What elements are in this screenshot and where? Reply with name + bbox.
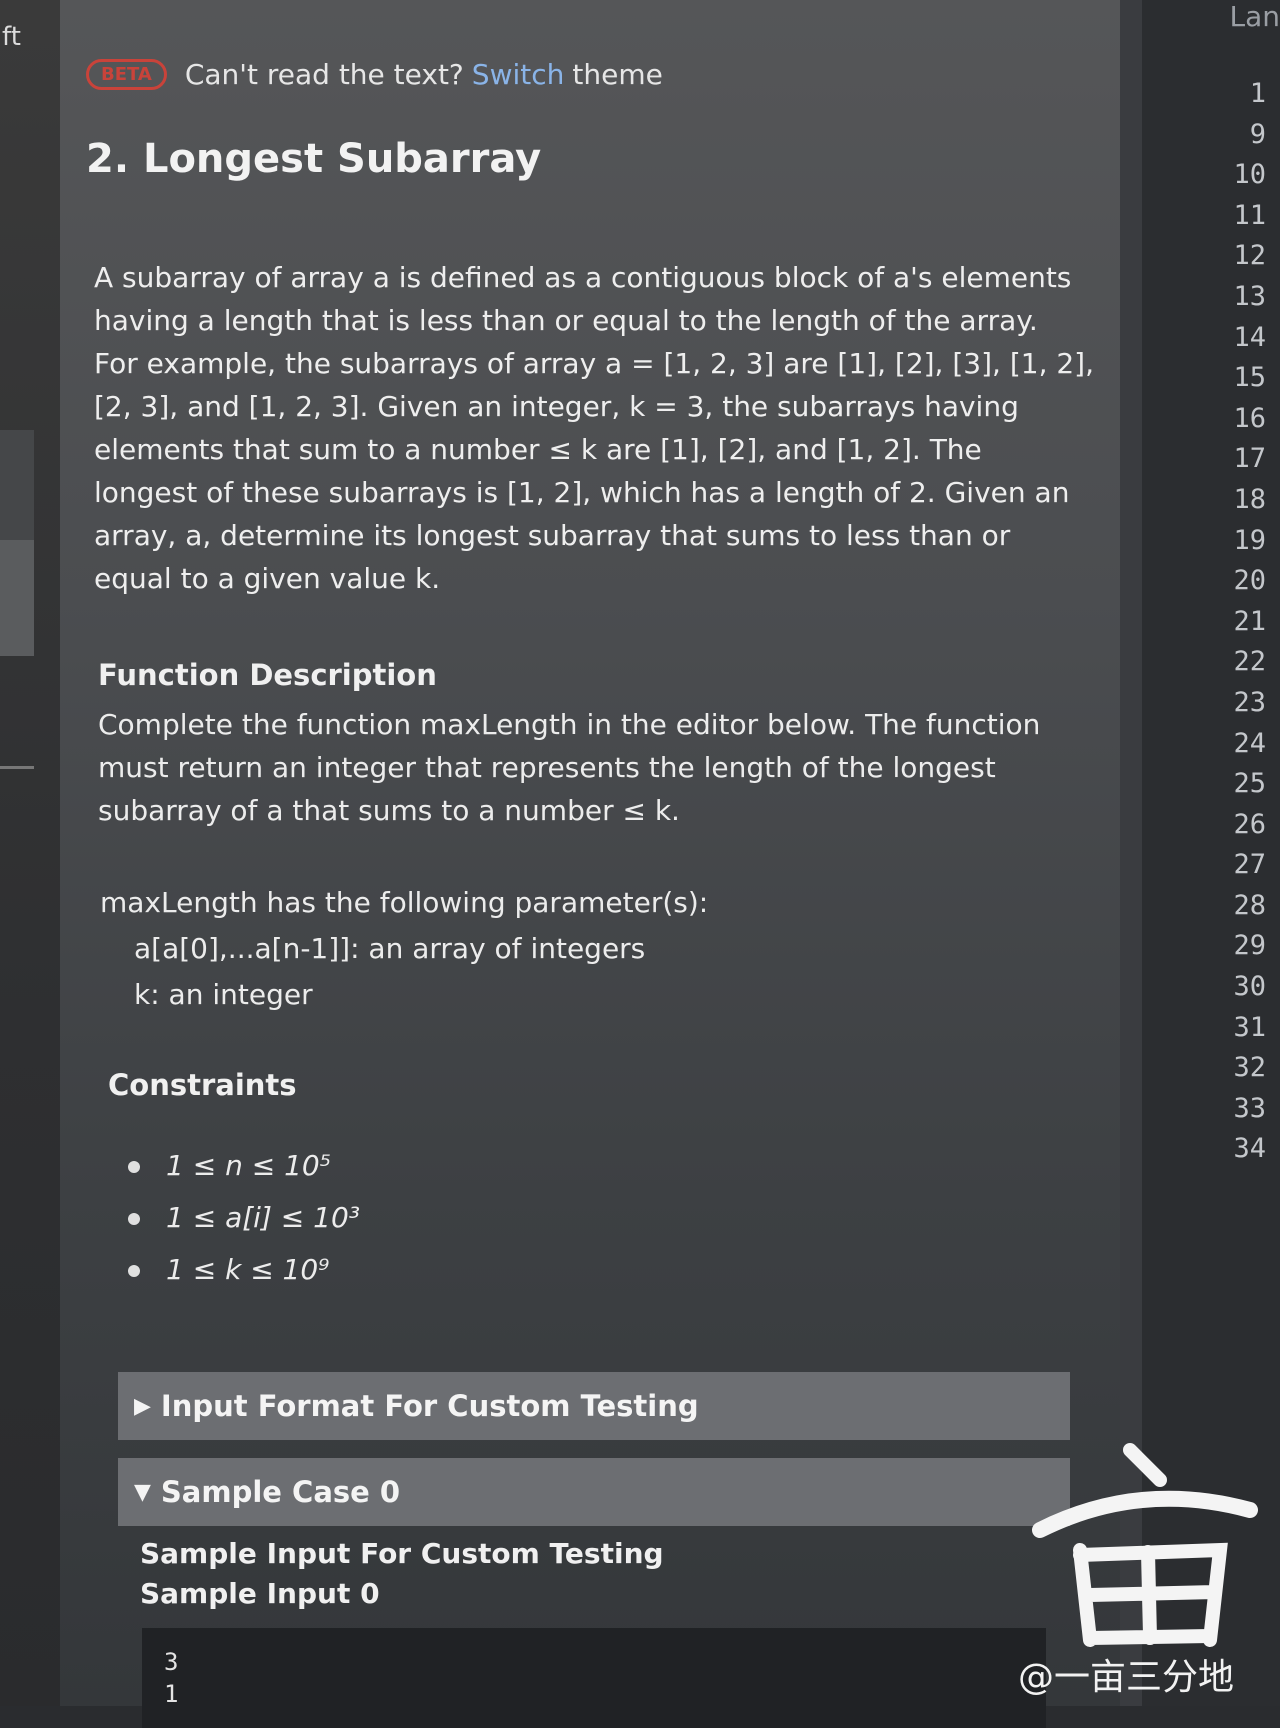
line-number: 33: [1233, 1092, 1266, 1124]
constraint-item: 1 ≤ n ≤ 10⁵: [128, 1140, 360, 1192]
left-pane-divider: [0, 766, 34, 769]
constraint-item: 1 ≤ k ≤ 10⁹: [128, 1244, 360, 1296]
description-line: must return an integer that represents t…: [98, 751, 996, 784]
bullet-icon: [128, 1265, 140, 1277]
statement-line: A subarray of array a is defined as a co…: [94, 261, 1072, 294]
line-number: 19: [1233, 524, 1266, 556]
expand-down-icon: ▼: [134, 1479, 151, 1505]
line-number: 1: [1249, 78, 1266, 109]
input-format-accordion[interactable]: ▶ Input Format For Custom Testing: [118, 1372, 1070, 1440]
sample-input-custom-heading: Sample Input For Custom Testing: [140, 1537, 664, 1570]
parameter-k: k: an integer: [134, 978, 313, 1011]
theme-question: Can't read the text?: [184, 58, 464, 91]
code-line: 1: [164, 1680, 179, 1708]
statement-line: For example, the subarrays of array a = …: [94, 347, 1095, 380]
sample-input-heading: Sample Input 0: [140, 1577, 380, 1610]
description-line: Complete the function maxLength in the e…: [98, 708, 1041, 741]
description-line: subarray of a that sums to a number ≤ k.: [98, 794, 680, 827]
line-number: 14: [1233, 321, 1266, 353]
line-number: 28: [1233, 889, 1266, 921]
statement-line: equal to a given value k.: [94, 562, 441, 595]
left-pane-edge: ft: [0, 0, 60, 1706]
line-number: 12: [1233, 240, 1266, 272]
left-pane-block-active[interactable]: [0, 540, 34, 656]
switch-theme-link[interactable]: Switch: [472, 58, 565, 91]
constraints-list: 1 ≤ n ≤ 10⁵ 1 ≤ a[i] ≤ 10³ 1 ≤ k ≤ 10⁹: [128, 1140, 360, 1296]
line-number: 9: [1249, 118, 1266, 150]
beta-badge: BETA: [86, 59, 167, 90]
code-line: 3: [164, 1648, 179, 1676]
line-number: 26: [1233, 808, 1266, 840]
statement-line: elements that sum to a number ≤ k are [1…: [94, 433, 982, 466]
line-number: 21: [1233, 605, 1266, 637]
constraint-item: 1 ≤ a[i] ≤ 10³: [128, 1192, 360, 1244]
problem-statement: A subarray of array a is defined as a co…: [94, 256, 1095, 600]
statement-line: array, a, determine its longest subarray…: [94, 519, 1011, 552]
line-number: 29: [1233, 930, 1266, 962]
line-number: 25: [1233, 768, 1266, 800]
function-description: Complete the function maxLength in the e…: [98, 703, 1078, 832]
parameters-intro: maxLength has the following parameter(s)…: [100, 886, 709, 919]
left-pane-block: [0, 430, 34, 540]
line-number: 23: [1233, 686, 1266, 718]
line-number: 17: [1233, 443, 1266, 475]
constraints-heading: Constraints: [108, 1068, 297, 1102]
theme-banner: BETA Can't read the text? Switch theme: [86, 58, 663, 91]
line-number: 18: [1233, 483, 1266, 515]
watermark-logo-icon: [1032, 1443, 1258, 1647]
parameters: maxLength has the following parameter(s)…: [100, 880, 708, 1018]
statement-line: longest of these subarrays is [1, 2], wh…: [94, 476, 1070, 509]
bullet-icon: [128, 1161, 140, 1173]
sample-headings: Sample Input For Custom Testing Sample I…: [140, 1534, 664, 1614]
left-pane-text-fragment: ft: [2, 22, 21, 52]
sample-case-accordion[interactable]: ▼ Sample Case 0: [118, 1458, 1070, 1526]
line-number: 10: [1233, 159, 1266, 191]
line-number: 13: [1233, 280, 1266, 312]
line-number: 20: [1233, 565, 1266, 597]
line-number: 24: [1233, 727, 1266, 759]
problem-title: 2. Longest Subarray: [86, 136, 542, 182]
line-number: 16: [1233, 402, 1266, 434]
sample-case-label: Sample Case 0: [160, 1475, 401, 1509]
function-description-heading: Function Description: [98, 658, 437, 692]
watermark-caption: @一亩三分地: [1018, 1657, 1235, 1698]
expand-right-icon: ▶: [134, 1393, 151, 1419]
line-number: 11: [1233, 199, 1266, 231]
theme-banner-text: Can't read the text? Switch theme: [185, 58, 663, 91]
line-number: 32: [1233, 1052, 1266, 1084]
parameter-a: a[a[0],...a[n-1]]: an array of integers: [134, 932, 646, 965]
statement-line: [2, 3], and [1, 2, 3]. Given an integer,…: [94, 390, 1019, 423]
line-number: 27: [1233, 849, 1266, 881]
line-number: 30: [1233, 971, 1266, 1003]
line-number: 22: [1233, 646, 1266, 678]
switch-theme-link-rest[interactable]: theme: [572, 58, 662, 91]
statement-line: having a length that is less than or equ…: [94, 304, 1038, 337]
line-number-gutter: 1 9 10 11 12 13 14 15 16 17 18 19 20 21 …: [1233, 74, 1266, 1170]
line-number: 15: [1233, 362, 1266, 394]
line-number: 31: [1233, 1011, 1266, 1043]
input-format-label: Input Format For Custom Testing: [160, 1389, 699, 1423]
language-selector[interactable]: Lan: [1229, 0, 1280, 33]
sample-input-code: 3 1: [142, 1628, 1046, 1728]
bullet-icon: [128, 1213, 140, 1225]
line-number: 34: [1233, 1133, 1266, 1165]
